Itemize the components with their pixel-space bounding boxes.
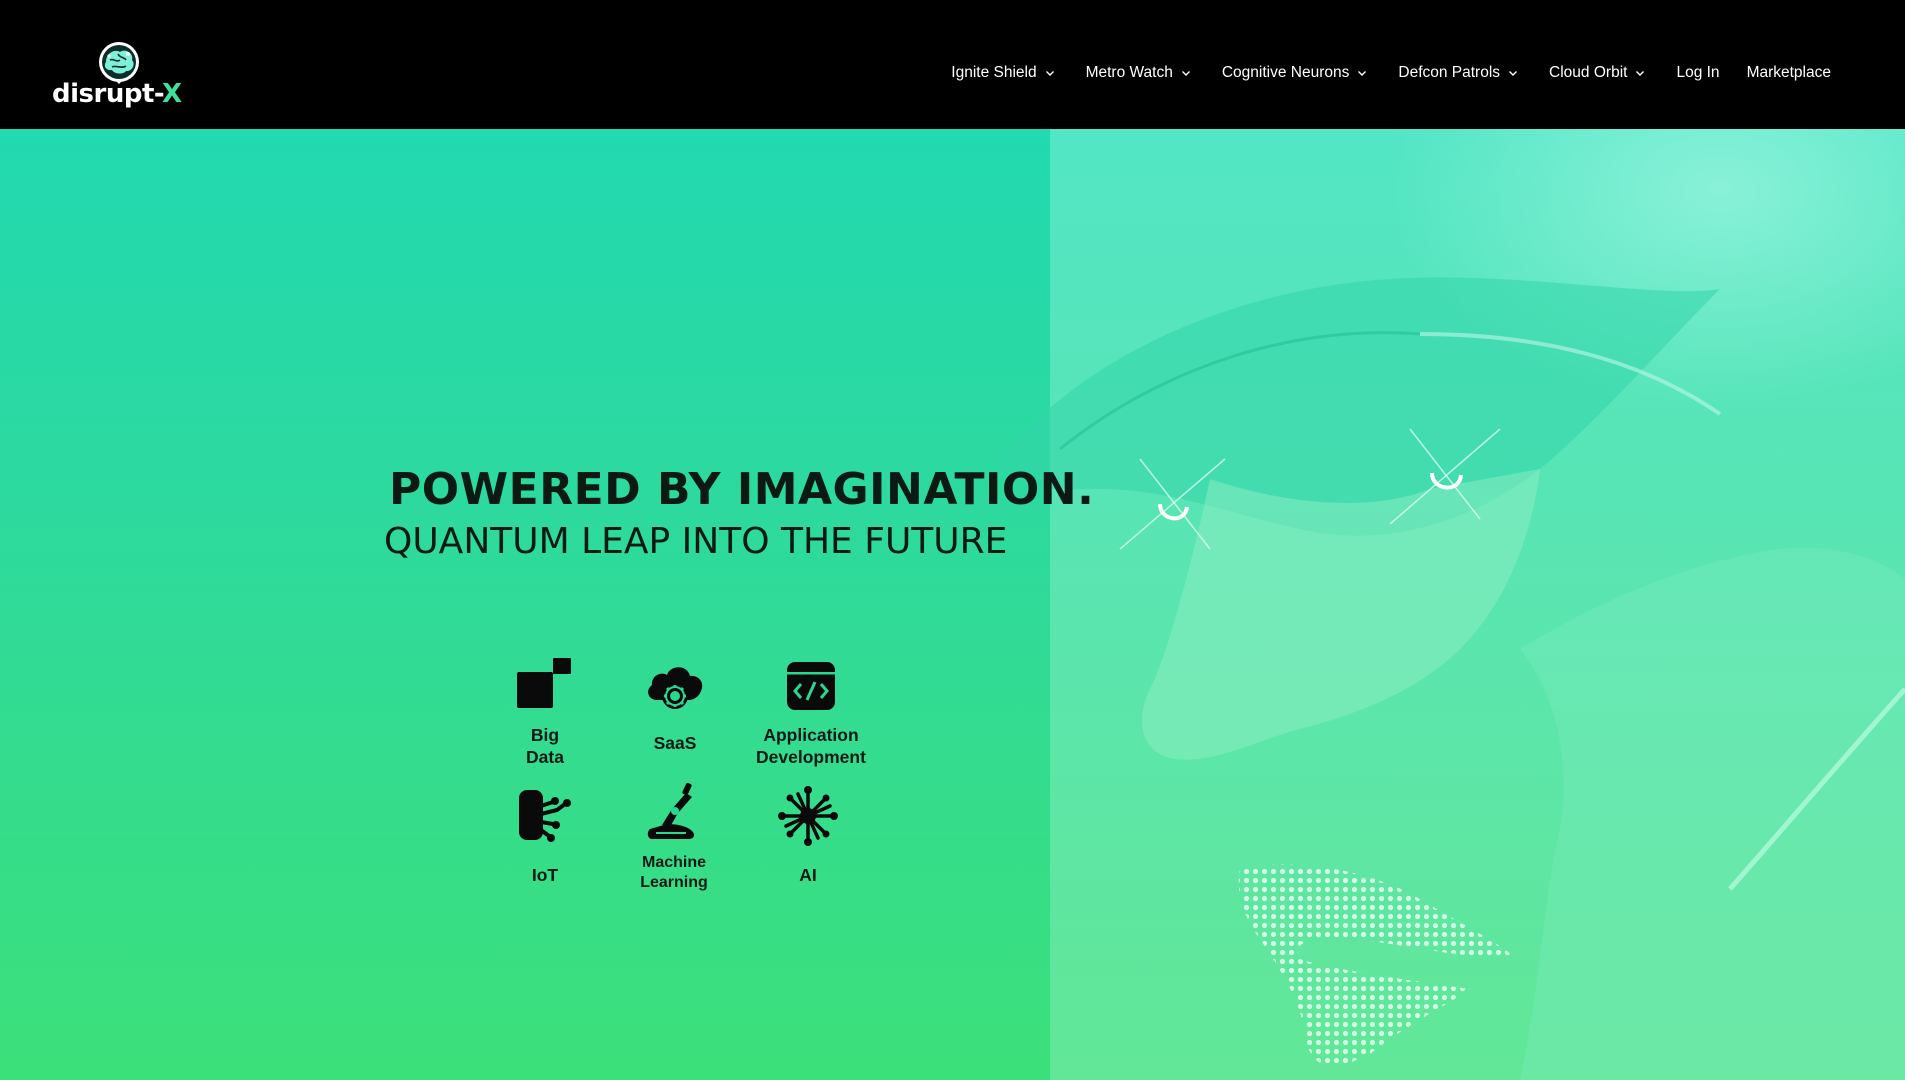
hero-subheadline: QUANTUM LEAP INTO THE FUTURE	[384, 521, 1008, 562]
hero-headline: POWERED BY IMAGINATION.	[389, 464, 1095, 515]
big-data-icon	[517, 658, 571, 708]
nav-cognitive-neurons[interactable]: Cognitive Neurons	[1222, 64, 1372, 82]
logo-wordmark: disrupt-X	[52, 79, 182, 109]
nav-label: Metro Watch	[1085, 64, 1173, 81]
nav-label: Log In	[1676, 64, 1720, 81]
hero-section: POWERED BY IMAGINATION. QUANTUM LEAP INT…	[0, 129, 1905, 1080]
nav-label: Cloud Orbit	[1549, 64, 1628, 81]
nav-label: Defcon Patrols	[1398, 64, 1501, 81]
code-window-icon	[787, 662, 835, 710]
logo-brain-icon	[99, 42, 139, 84]
service-saas[interactable]: SaaS	[605, 654, 745, 754]
nav-label: Ignite Shield	[951, 64, 1037, 81]
chevron-down-icon	[1045, 70, 1059, 77]
service-label: AI	[799, 865, 817, 885]
iot-hand-icon	[519, 790, 571, 842]
nav-label: Cognitive Neurons	[1221, 64, 1350, 81]
ai-burst-icon	[778, 786, 838, 846]
robot-arm-icon	[647, 782, 695, 839]
cloud-gear-icon	[648, 667, 703, 709]
nav-defcon-patrols[interactable]: Defcon Patrols	[1398, 64, 1522, 82]
chevron-down-icon	[1508, 70, 1522, 77]
site-header: disrupt-X Ignite Shield Metro Watch Cogn…	[0, 0, 1905, 129]
service-iot[interactable]: IoT	[475, 784, 615, 886]
nav-ignite-shield[interactable]: Ignite Shield	[951, 64, 1058, 82]
logo[interactable]: disrupt-X	[52, 40, 182, 110]
hero-face-image	[1000, 129, 1905, 1080]
nav-marketplace[interactable]: Marketplace	[1747, 64, 1831, 82]
chevron-down-icon	[1357, 70, 1371, 77]
service-label: Application Development	[756, 725, 866, 767]
chevron-down-icon	[1181, 70, 1195, 77]
nav-label: Marketplace	[1746, 64, 1831, 81]
chevron-down-icon	[1635, 70, 1649, 77]
nav-cloud-orbit[interactable]: Cloud Orbit	[1549, 64, 1649, 82]
service-label: Machine Learning	[640, 854, 708, 891]
service-label: IoT	[531, 865, 559, 885]
service-big-data[interactable]: Big Data	[475, 654, 615, 768]
service-ai[interactable]: AI	[738, 784, 878, 886]
main-nav: Ignite Shield Metro Watch Cognitive Neur…	[951, 58, 1831, 88]
nav-metro-watch[interactable]: Metro Watch	[1086, 64, 1195, 82]
service-machine-learning[interactable]: Machine Learning	[604, 781, 744, 893]
service-label: SaaS	[653, 733, 697, 753]
nav-log-in[interactable]: Log In	[1676, 64, 1719, 82]
service-application-development[interactable]: Application Development	[741, 654, 881, 768]
service-label: Big Data	[526, 725, 564, 767]
